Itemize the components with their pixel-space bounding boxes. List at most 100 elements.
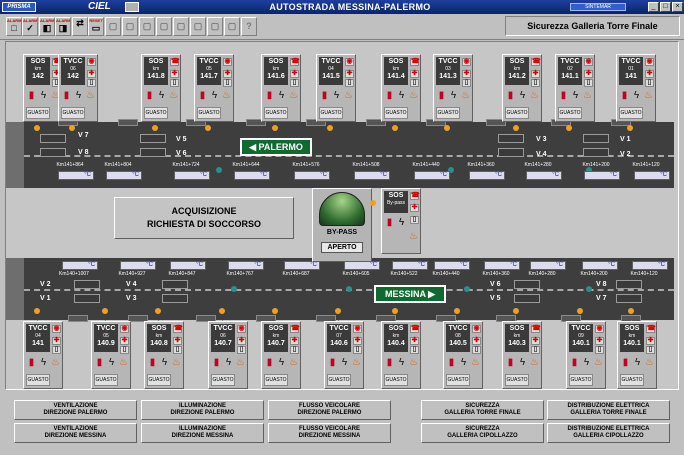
- temperature-sensor[interactable]: °C: [62, 261, 98, 270]
- bypass-panel[interactable]: BY-PASS APERTO: [312, 188, 372, 262]
- vms-panel[interactable]: [498, 148, 524, 157]
- vms-panel[interactable]: [514, 294, 540, 303]
- temperature-sensor[interactable]: °C: [354, 171, 390, 180]
- station-tvcc[interactable]: TVCC 09 140.1 ◉ ✚ ▯ ▮ ϟ ♨ GUASTO: [566, 321, 606, 389]
- vms-panel[interactable]: [140, 134, 166, 143]
- station-sos[interactable]: SOS km 140.4 ☎ ✚ ▯ ▮ ϟ ♨ GUASTO: [381, 321, 421, 389]
- toolbar-button-3[interactable]: ALARM ◨: [55, 17, 71, 36]
- station-sos[interactable]: SOS km 140.8 ☎ ✚ ▯ ▮ ϟ ♨ GUASTO: [144, 321, 184, 389]
- toolbar-disabled-button-icon[interactable]: ▢: [207, 17, 223, 36]
- toolbar-disabled-button-icon[interactable]: ▢: [173, 17, 189, 36]
- toolbar-disabled-button-icon[interactable]: ▢: [139, 17, 155, 36]
- station-tvcc[interactable]: TVCC 02 141.1 ◉ ✚ ▯ ▮ ϟ ♨ GUASTO: [555, 54, 595, 122]
- station-tvcc[interactable]: TVCC 04 141 ◉ ✚ ▯ ▮ ϟ ♨ GUASTO: [23, 321, 63, 389]
- station-sos[interactable]: SOS km 141.4 ☎ ✚ ▯ ▮ ϟ ♨ GUASTO: [381, 54, 421, 122]
- temperature-sensor[interactable]: °C: [469, 171, 505, 180]
- vms-panel[interactable]: [74, 294, 100, 303]
- nav-button-9[interactable]: DISTRIBUZIONE ELETTRICA GALLERIA CIPOLLAZ…: [547, 423, 670, 443]
- nav-button-4[interactable]: DISTRIBUZIONE ELETTRICA GALLERIA TORRE FI…: [547, 400, 670, 420]
- vms-panel[interactable]: [40, 134, 66, 143]
- nav-button-2[interactable]: FLUSSO VEICOLARE DIREZIONE PALERMO: [268, 400, 391, 420]
- nav-button-5[interactable]: VENTILAZIONE DIREZIONE MESSINA: [14, 423, 137, 443]
- station-sos[interactable]: SOSkm142☎✚▯▮ϟ♨GUASTO: [23, 54, 63, 122]
- temperature-sensor[interactable]: °C: [634, 171, 670, 180]
- temperature-sensor[interactable]: °C: [284, 261, 320, 270]
- temperature-sensor[interactable]: °C: [530, 261, 566, 270]
- station-sos[interactable]: SOS km 140.3 ☎ ✚ ▯ ▮ ϟ ♨ GUASTO: [502, 321, 542, 389]
- acquire-label-2: RICHIESTA DI SOCCORSO: [146, 219, 261, 229]
- vms-panel[interactable]: [74, 280, 100, 289]
- station-sos[interactable]: SOS km 141.2 ☎ ✚ ▯ ▮ ϟ ♨ GUASTO: [502, 54, 542, 122]
- station-km: 140.1: [623, 340, 641, 347]
- camera-icon: ◉: [645, 58, 654, 66]
- temperature-sensor[interactable]: °C: [120, 261, 156, 270]
- temperature-sensor[interactable]: °C: [234, 171, 270, 180]
- minimize-button[interactable]: _: [648, 2, 659, 12]
- temperature-sensor[interactable]: °C: [344, 261, 380, 270]
- station-sos[interactable]: SOS km 141.6 ☎ ✚ ▯ ▮ ϟ ♨ GUASTO: [261, 54, 301, 122]
- temperature-sensor[interactable]: °C: [584, 171, 620, 180]
- toolbar-disabled-button-icon[interactable]: ▢: [190, 17, 206, 36]
- vms-panel[interactable]: [498, 134, 524, 143]
- fire-icon: ♨: [289, 357, 298, 368]
- temperature-sensor[interactable]: °C: [434, 261, 470, 270]
- vms-panel[interactable]: [616, 294, 642, 303]
- station-tvcc[interactable]: TVCC 06 140.7 ◉ ✚ ▯ ▮ ϟ ♨ GUASTO: [208, 321, 248, 389]
- acquire-rescue-request-button[interactable]: ACQUISIZIONE RICHIESTA DI SOCCORSO: [114, 197, 294, 239]
- station-tvcc[interactable]: TVCC 04 141.5 ◉ ✚ ▯ ▮ ϟ ♨ GUASTO: [316, 54, 356, 122]
- nav-button-8[interactable]: SICUREZZA GALLERIA CIPOLLAZZO: [421, 423, 544, 443]
- temperature-sensor[interactable]: °C: [392, 261, 428, 270]
- vms-panel[interactable]: [162, 280, 188, 289]
- maximize-button[interactable]: □: [660, 2, 671, 12]
- station-sos[interactable]: SOS km 141.8 ☎ ✚ ▯ ▮ ϟ ♨ GUASTO: [141, 54, 181, 122]
- nav-button-0[interactable]: VENTILAZIONE DIREZIONE PALERMO: [14, 400, 137, 420]
- temperature-sensor[interactable]: °C: [414, 171, 450, 180]
- station-tvcc[interactable]: TVCC 01 141 ◉ ✚ ▯ ▮ ϟ ♨ GUASTO: [616, 54, 656, 122]
- temperature-sensor[interactable]: °C: [228, 261, 264, 270]
- toolbar-disabled-button-icon[interactable]: ▢: [156, 17, 172, 36]
- nav-button-1[interactable]: ILLUMINAZIONE DIREZIONE PALERMO: [141, 400, 264, 420]
- temperature-sensor[interactable]: °C: [106, 171, 142, 180]
- station-tvcc[interactable]: TVCC 05 140.9 ◉ ✚ ▯ ▮ ϟ ♨ GUASTO: [91, 321, 131, 389]
- temperature-sensor[interactable]: °C: [58, 171, 94, 180]
- vms-panel[interactable]: [140, 148, 166, 157]
- nav-button-6[interactable]: ILLUMINAZIONE DIREZIONE MESSINA: [141, 423, 264, 443]
- nav-button-7[interactable]: FLUSSO VEICOLARE DIREZIONE MESSINA: [268, 423, 391, 443]
- toolbar-button-4[interactable]: ⇄: [72, 17, 88, 36]
- vms-panel[interactable]: [40, 148, 66, 157]
- vms-panel[interactable]: [583, 148, 609, 157]
- cross-icon: ✚: [170, 70, 179, 78]
- temperature-sensor[interactable]: °C: [294, 171, 330, 180]
- gauge-icon: ▯: [410, 79, 419, 87]
- nav-button-3[interactable]: SICUREZZA GALLERIA TORRE FINALE: [421, 400, 544, 420]
- station-sos[interactable]: SOS km 140.1 ☎ ✚ ▯ ▮ ϟ ♨ GUASTO: [617, 321, 657, 389]
- temperature-sensor[interactable]: °C: [526, 171, 562, 180]
- station-sos-bypass[interactable]: SOS By-pass ☎ ✚ ▯ ▮ ϟ ♨: [381, 188, 421, 254]
- temperature-sensor[interactable]: °C: [174, 171, 210, 180]
- temperature-sensor[interactable]: °C: [484, 261, 520, 270]
- temperature-sensor[interactable]: °C: [582, 261, 618, 270]
- temperature-sensor[interactable]: °C: [632, 261, 668, 270]
- station-tvcc[interactable]: TVCC 08 140.5 ◉ ✚ ▯ ▮ ϟ ♨ GUASTO: [443, 321, 483, 389]
- station-tvcc[interactable]: TVCC 03 141.3 ◉ ✚ ▯ ▮ ϟ ♨ GUASTO: [433, 54, 473, 122]
- toolbar-button-0[interactable]: ALARM □: [6, 17, 22, 36]
- toolbar-disabled-button-icon[interactable]: ?: [241, 17, 257, 36]
- lightning-icon: ϟ: [278, 357, 285, 368]
- vms-panel[interactable]: [583, 134, 609, 143]
- station-tvcc[interactable]: TVCC 06 142 ◉ ✚ ▯ ▮ ϟ ♨ GUASTO: [58, 54, 98, 122]
- vms-panel[interactable]: [616, 280, 642, 289]
- close-button[interactable]: ×: [672, 2, 683, 12]
- toolbar-disabled-button-icon[interactable]: ▢: [224, 17, 240, 36]
- station-tvcc[interactable]: TVCC 07 140.6 ◉ ✚ ▯ ▮ ϟ ♨ GUASTO: [324, 321, 364, 389]
- toolbar-disabled-button-icon[interactable]: ▢: [122, 17, 138, 36]
- toolbar-button-1[interactable]: ALARM ✓: [22, 17, 38, 36]
- temperature-sensor[interactable]: °C: [170, 261, 206, 270]
- toolbar-disabled-button-icon[interactable]: ▢: [105, 17, 121, 36]
- sensor-dot-orange: [577, 308, 583, 314]
- toolbar-button-2[interactable]: ALARM ◧: [39, 17, 55, 36]
- vms-panel[interactable]: [162, 294, 188, 303]
- station-sos[interactable]: SOS km 140.7 ☎ ✚ ▯ ▮ ϟ ♨ GUASTO: [261, 321, 301, 389]
- toolbar-button-5[interactable]: RESET ▭: [88, 17, 104, 36]
- vms-panel[interactable]: [514, 280, 540, 289]
- station-tvcc[interactable]: TVCC 05 141.7 ◉ ✚ ▯ ▮ ϟ ♨ GUASTO: [194, 54, 234, 122]
